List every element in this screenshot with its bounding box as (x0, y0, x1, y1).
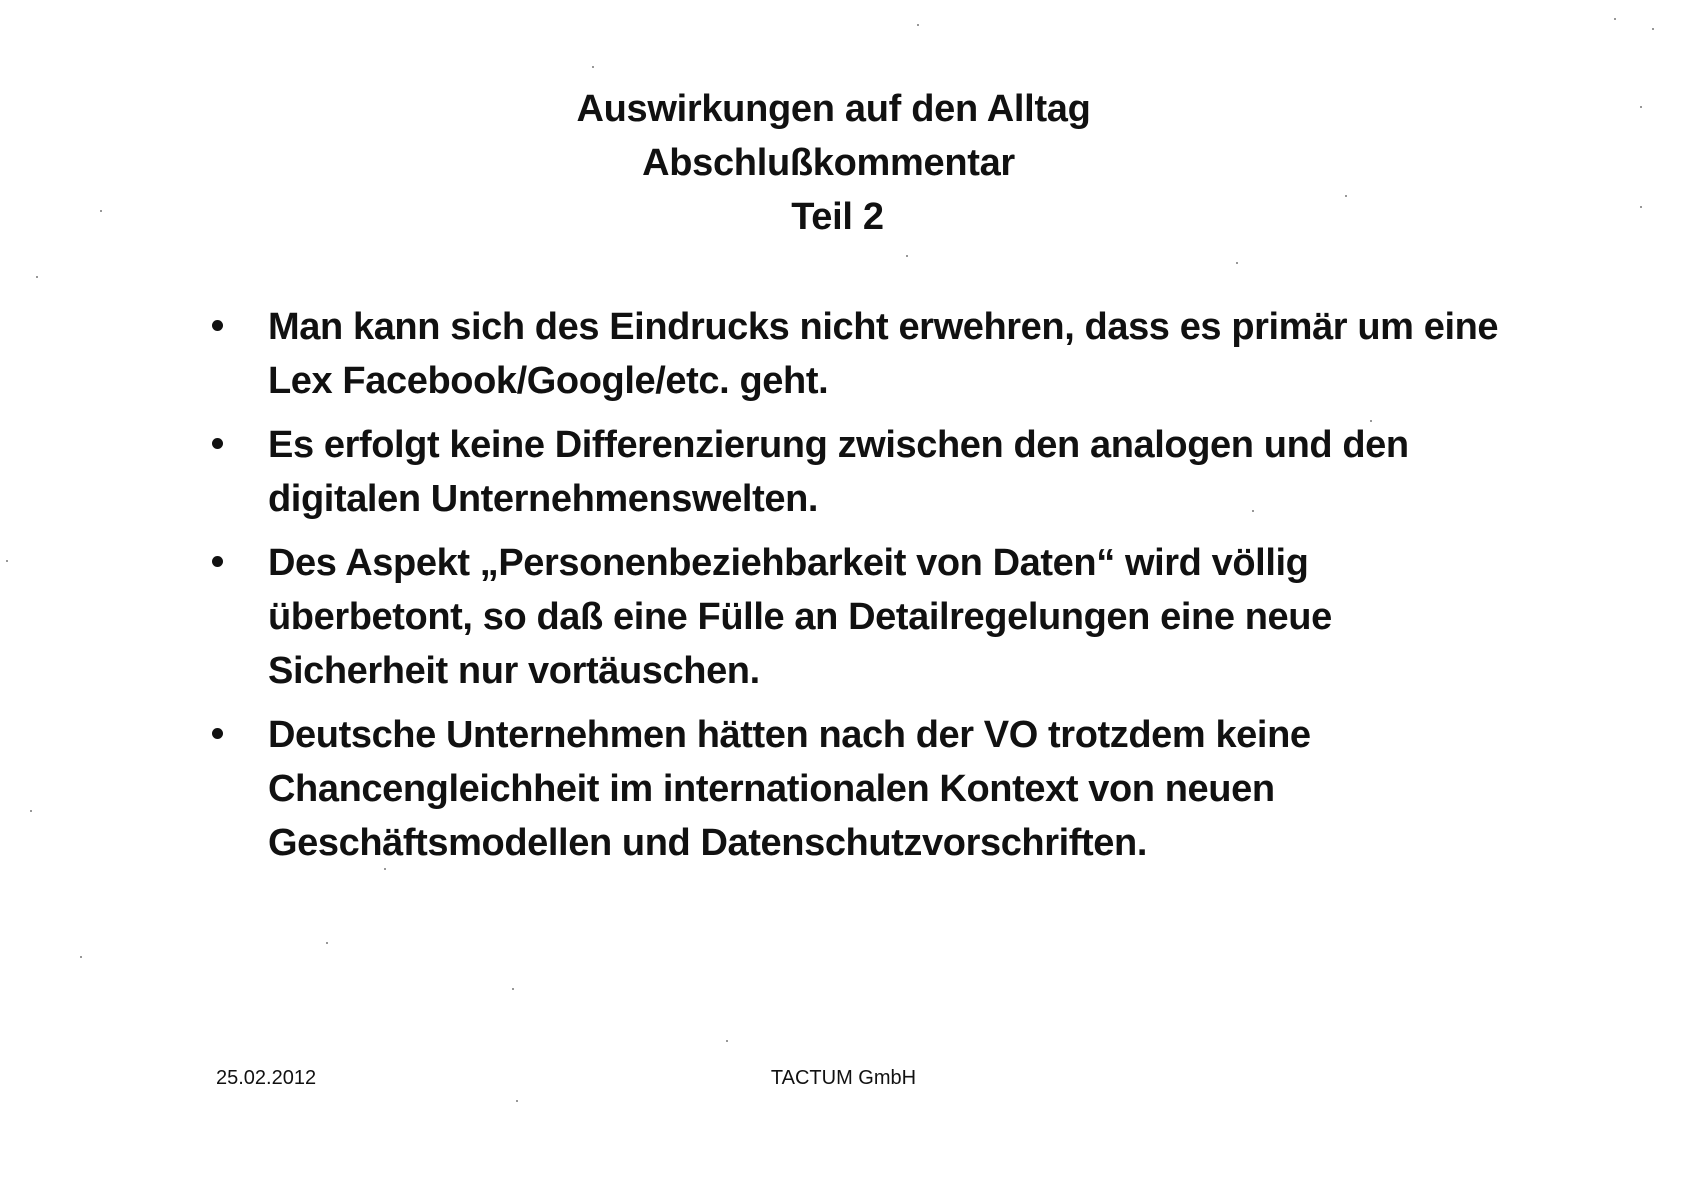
bullet-text: Man kann sich des Eindrucks nicht erwehr… (268, 306, 1499, 402)
scan-speck (1345, 195, 1347, 197)
scan-speck (80, 956, 82, 958)
bullet-text: Des Aspekt „Personenbeziehbarkeit von Da… (268, 542, 1332, 692)
footer-company: TACTUM GmbH (0, 1067, 1687, 1090)
scan-speck (384, 868, 386, 870)
bullet-icon (212, 438, 223, 449)
bullet-icon (212, 320, 223, 331)
scan-speck (6, 560, 8, 562)
scan-speck (516, 1100, 518, 1102)
scan-speck (1236, 262, 1238, 264)
scan-speck (1652, 28, 1654, 30)
title-block: Auswirkungen auf den Alltag Abschlußkomm… (0, 82, 1687, 244)
list-item: Man kann sich des Eindrucks nicht erwehr… (210, 300, 1500, 408)
list-item: Es erfolgt keine Differenzierung zwische… (210, 418, 1500, 526)
scan-speck (326, 942, 328, 944)
scan-speck (906, 255, 908, 257)
scan-speck (1640, 106, 1642, 108)
scan-speck (1640, 206, 1642, 208)
company-name: TACTUM GmbH (770, 1067, 917, 1089)
list-item: Des Aspekt „Personenbeziehbarkeit von Da… (210, 536, 1500, 698)
bullet-text: Es erfolgt keine Differenzierung zwische… (268, 424, 1409, 520)
page-part-label: Teil 2 (791, 196, 884, 238)
document-page: Auswirkungen auf den Alltag Abschlußkomm… (0, 0, 1687, 1181)
scan-speck (1252, 510, 1254, 512)
list-item: Deutsche Unternehmen hätten nach der VO … (210, 708, 1500, 870)
page-title: Auswirkungen auf den Alltag (576, 88, 1091, 130)
scan-speck (726, 1040, 728, 1042)
bullet-icon (212, 556, 223, 567)
scan-speck (36, 276, 38, 278)
bullet-list: Man kann sich des Eindrucks nicht erwehr… (210, 300, 1500, 880)
scan-speck (1614, 18, 1616, 20)
bullet-text: Deutsche Unternehmen hätten nach der VO … (268, 714, 1311, 864)
scan-speck (917, 24, 919, 26)
scan-speck (512, 988, 514, 990)
bullet-icon (212, 728, 223, 739)
scan-speck (30, 810, 32, 812)
scan-speck (100, 210, 102, 212)
scan-speck (592, 66, 594, 68)
scan-speck (1370, 420, 1372, 422)
page-subtitle: Abschlußkommentar (642, 142, 1015, 184)
